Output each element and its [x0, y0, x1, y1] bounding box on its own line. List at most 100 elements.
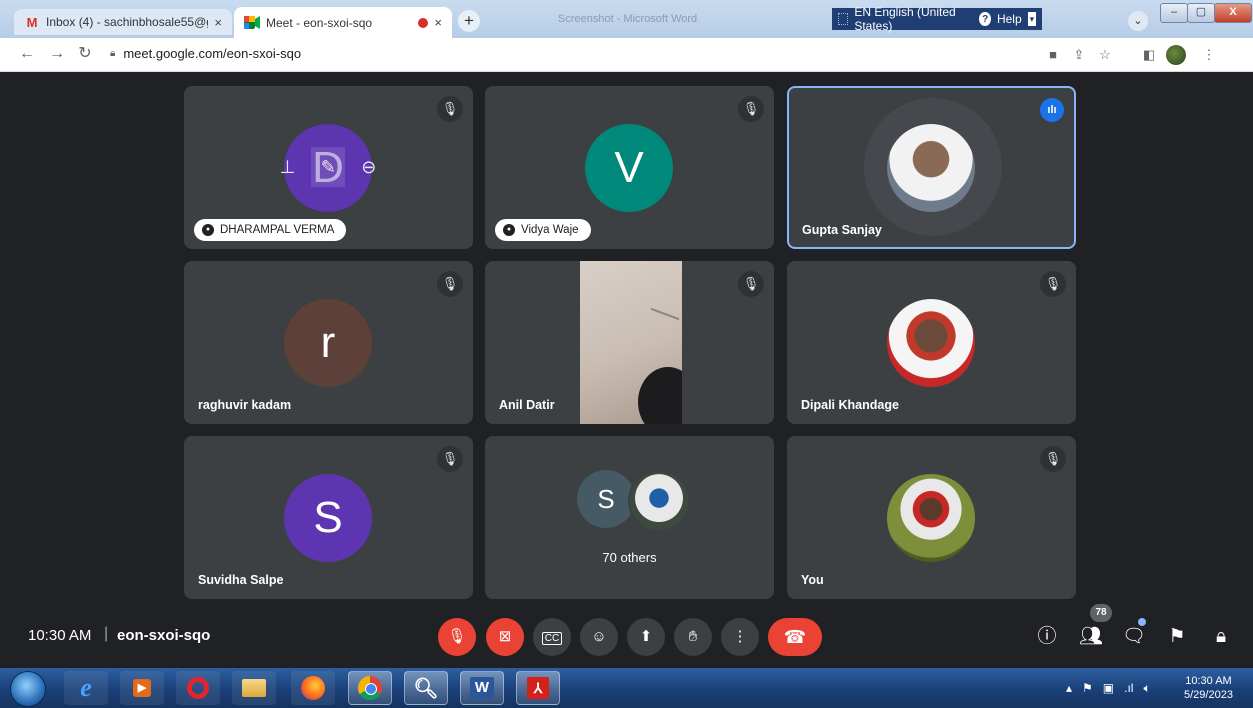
chat-icon[interactable]: 🗨︎ — [1118, 621, 1150, 653]
opera-icon[interactable] — [176, 671, 220, 705]
camera-icon[interactable]: ■ — [1044, 46, 1062, 64]
close-window-button[interactable]: X — [1214, 3, 1252, 23]
captions-icon: CC — [541, 632, 563, 645]
pdf-glyph: ⅄ — [527, 677, 549, 699]
word-icon[interactable]: W — [460, 671, 504, 705]
mic-off-button[interactable]: 🎙︎ — [438, 618, 476, 656]
internet-explorer-icon[interactable]: e — [64, 671, 108, 705]
signal-icon[interactable]: .ıl — [1124, 681, 1133, 695]
participant-name: Anil Datir — [499, 398, 555, 412]
start-button[interactable] — [10, 671, 46, 707]
network-icon[interactable]: ▣ — [1103, 681, 1114, 695]
participant-tile[interactable]: V 🎙︎ ● Vidya Waje — [485, 86, 774, 249]
firefox-glyph — [301, 676, 325, 700]
action-center-flag-icon[interactable]: ⚑ — [1082, 681, 1093, 695]
participant-tile[interactable]: 🎙︎ Anil Datir — [485, 261, 774, 424]
url-text[interactable]: meet.google.com/eon-sxoi-sqo — [123, 43, 301, 65]
separator: | — [104, 625, 109, 642]
back-arrow-icon[interactable]: ← — [17, 44, 37, 64]
share-icon[interactable]: ⇪ — [1070, 46, 1088, 64]
participant-tile[interactable]: 🎙︎ Dipali Khandage — [787, 261, 1076, 424]
speaking-indicator-icon: ılı — [1040, 98, 1064, 122]
tab-title: Meet - eon-sxoi-sqo — [266, 15, 373, 30]
participant-name: raghuvir kadam — [198, 398, 292, 412]
browser-tab-strip: M Inbox (4) - sachinbhosale55@gm × Meet … — [0, 0, 1253, 38]
mic-off-icon: 🎙︎ — [437, 96, 463, 122]
more-vert-icon[interactable]: ⋮ — [1200, 46, 1218, 64]
address-bar[interactable]: 🔒︎ meet.google.com/eon-sxoi-sqo — [110, 43, 510, 65]
opera-glyph — [187, 677, 209, 699]
maximize-button[interactable]: ▢ — [1187, 3, 1215, 23]
pdf-reader-icon[interactable]: ⅄ — [516, 671, 560, 705]
chrome-icon[interactable] — [348, 671, 392, 705]
show-hidden-icons[interactable]: ▴ — [1066, 681, 1072, 695]
people-count-badge: 78 — [1090, 604, 1112, 622]
forward-arrow-icon[interactable]: → — [47, 44, 67, 64]
side-panel-icon[interactable]: ◧ — [1140, 46, 1158, 64]
participant-photo — [887, 124, 975, 212]
close-icon[interactable]: × — [434, 15, 442, 30]
captions-button[interactable]: CC — [533, 618, 571, 656]
firefox-icon[interactable] — [291, 671, 335, 705]
pin-icon[interactable]: ⊥ — [280, 157, 296, 178]
magnifier-icon[interactable]: 🔍︎ — [404, 671, 448, 705]
camera-off-button[interactable]: ⊠ — [486, 618, 524, 656]
reload-icon[interactable]: ↻ — [75, 44, 95, 64]
help-label[interactable]: Help — [997, 12, 1022, 26]
lock-icon[interactable]: 🔒︎ — [110, 43, 115, 65]
tab-google-meet[interactable]: Meet - eon-sxoi-sqo × — [234, 7, 452, 38]
participant-video-feed — [580, 261, 682, 424]
remove-icon[interactable]: ⊖ — [361, 157, 376, 178]
help-icon[interactable]: ? — [979, 12, 991, 26]
mic-off-icon: 🎙︎ — [437, 446, 463, 472]
file-explorer-icon[interactable] — [232, 671, 276, 705]
minimize-button[interactable]: – — [1160, 3, 1188, 23]
language-label: EN English (United States) — [854, 5, 956, 33]
mute-participant-icon[interactable]: ✎ — [311, 147, 346, 187]
profile-avatar[interactable] — [1166, 45, 1186, 65]
participant-avatar: S — [284, 474, 372, 562]
meeting-info-icon[interactable]: ⓘ — [1031, 621, 1063, 653]
folder-glyph — [242, 679, 266, 697]
people-icon[interactable]: 👥︎ — [1075, 621, 1107, 653]
tab-search-button[interactable]: ⌄ — [1128, 11, 1148, 31]
pin-icon: ● — [202, 224, 214, 236]
participant-avatar: V — [585, 124, 673, 212]
system-tray: ▴ ⚑ ▣ .ıl 🔈︎ — [1066, 668, 1151, 708]
recording-icon — [418, 17, 429, 28]
participant-name: Suvidha Salpe — [198, 573, 284, 587]
emoji-reaction-button[interactable]: ☺ — [580, 618, 618, 656]
more-options-button[interactable]: ⋮ — [721, 618, 759, 656]
participant-name: Dipali Khandage — [801, 398, 899, 412]
participant-name: You — [801, 573, 824, 587]
gmail-icon: M — [26, 14, 38, 30]
window-title: Screenshot - Microsoft Word — [558, 13, 698, 25]
self-tile[interactable]: 🎙︎ You — [787, 436, 1076, 599]
present-screen-button[interactable]: ⬆ — [627, 618, 665, 656]
others-tile[interactable]: S 70 others — [485, 436, 774, 599]
media-player-icon[interactable]: ▶ — [120, 671, 164, 705]
participant-tile[interactable]: r 🎙︎ raghuvir kadam — [184, 261, 473, 424]
chevron-down-icon[interactable]: ▾ — [1027, 12, 1036, 26]
participant-tile[interactable]: D ⊥ ✎ ⊖ 🎙︎ ● DHARAMPAL VERMA — [184, 86, 473, 249]
meeting-control-bar: 10:30 AM | eon-sxoi-sqo 🎙︎ ⊠ CC ☺ ⬆ ✋︎ ⋮… — [0, 604, 1253, 668]
tab-gmail-inbox[interactable]: M Inbox (4) - sachinbhosale55@gm × — [14, 9, 232, 35]
mic-off-icon: 🎙︎ — [1040, 271, 1066, 297]
participant-tile-active-speaker[interactable]: ılı Gupta Sanjay — [787, 86, 1076, 249]
close-icon[interactable]: × — [214, 15, 222, 30]
bookmark-star-icon[interactable]: ☆ — [1096, 46, 1114, 64]
leave-call-button[interactable]: ☎ — [768, 618, 822, 656]
new-tab-button[interactable]: + — [458, 10, 480, 32]
taskbar-clock[interactable]: 10:30 AM 5/29/2023 — [1184, 674, 1233, 702]
host-controls-icon[interactable]: 🔒︎ — [1205, 621, 1237, 653]
others-count-label: 70 others — [602, 550, 657, 565]
language-bar[interactable]: EN English (United States) ? Help ▾ — [832, 5, 1042, 33]
volume-icon[interactable]: 🔈︎ — [1143, 681, 1150, 696]
raise-hand-button[interactable]: ✋︎ — [674, 618, 712, 656]
browser-toolbar: ← → ↻ 🔒︎ meet.google.com/eon-sxoi-sqo ■ … — [0, 38, 1253, 72]
participant-tile[interactable]: S 🎙︎ Suvidha Salpe — [184, 436, 473, 599]
tile-hover-controls: ⊥ ✎ ⊖ — [278, 144, 378, 190]
chat-notification-dot — [1138, 618, 1146, 626]
activities-icon[interactable]: ⚑ — [1161, 621, 1193, 653]
participant-name: DHARAMPAL VERMA — [220, 224, 335, 236]
